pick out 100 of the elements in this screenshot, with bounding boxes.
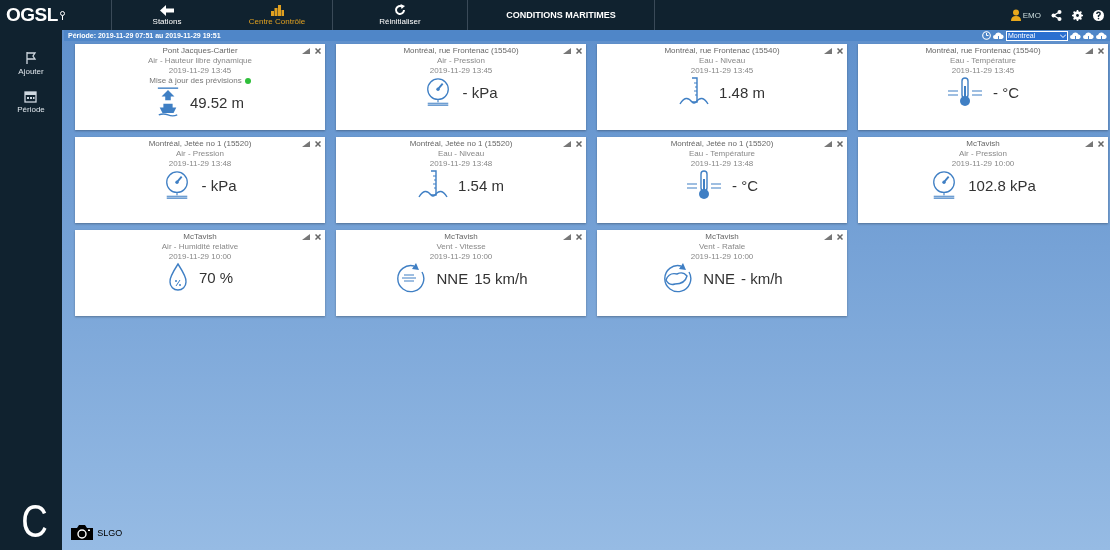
reading-value: - °C — [732, 176, 758, 194]
station-name: Montréal, Jetée no 1 (15520) — [409, 139, 513, 148]
reading-value: - kPa — [201, 176, 237, 194]
station-name: Montréal, Jetée no 1 (15520) — [148, 139, 252, 148]
station-name: McTavish — [705, 232, 739, 241]
clock-icon[interactable] — [982, 31, 991, 40]
parameter-label: Air - Pression — [959, 149, 1007, 158]
parameter-label: Air - Hauteur libre dynamique — [147, 56, 252, 65]
refresh-icon — [394, 4, 406, 16]
photo-credit: SLGO — [97, 527, 123, 538]
timestamp: 2019-11-29 10:00 — [168, 252, 232, 261]
nav-button[interactable]: Stations — [112, 0, 222, 30]
thermometer-icon — [686, 169, 722, 201]
calendar-icon — [24, 90, 38, 103]
station-name: McTavish — [966, 139, 1000, 148]
signal-icon[interactable] — [1085, 48, 1093, 54]
close-icon[interactable] — [837, 141, 843, 147]
wind-dial-icon — [394, 262, 427, 294]
station-name: McTavish — [444, 232, 478, 241]
settings-icon[interactable] — [1072, 9, 1083, 21]
timestamp: 2019-11-29 13:45 — [429, 66, 493, 75]
station-name: Montréal, rue Frontenac (15540) — [403, 46, 519, 55]
help-icon[interactable] — [1093, 9, 1104, 21]
parameter-label: Eau - Niveau — [698, 56, 746, 65]
station-name: Montréal, rue Frontenac (15540) — [664, 46, 780, 55]
close-icon[interactable] — [576, 141, 582, 147]
wind-gust-icon — [661, 262, 694, 294]
cloud-icon[interactable] — [1096, 31, 1107, 40]
close-icon[interactable] — [315, 234, 321, 240]
timestamp: 2019-11-29 10:00 — [429, 252, 493, 261]
timestamp: 2019-11-29 13:45 — [168, 66, 232, 75]
timestamp: 2019-11-29 13:48 — [429, 159, 493, 168]
reading-value: 1.48 m — [719, 83, 765, 101]
user-name: EMO — [1022, 10, 1041, 20]
status-text: Mise à jour des prévisions — [149, 76, 242, 85]
parameter-label: Vent - Rafale — [698, 242, 746, 251]
flag-icon — [25, 51, 37, 65]
signal-icon[interactable] — [824, 234, 832, 240]
back-arrow-icon — [160, 4, 174, 16]
timestamp: 2019-11-29 10:00 — [690, 252, 754, 261]
pin-icon — [59, 10, 65, 20]
timestamp: 2019-11-29 13:48 — [690, 159, 754, 168]
close-icon[interactable] — [315, 48, 321, 54]
parameter-label: Vent - Vitesse — [436, 242, 486, 251]
cloud-icon[interactable] — [993, 31, 1004, 40]
signal-icon[interactable] — [1085, 141, 1093, 147]
sidebar-item[interactable]: Ajouter — [12, 50, 50, 77]
parameter-label: Eau - Niveau — [437, 149, 485, 158]
wind-direction: NNE — [703, 269, 735, 287]
close-icon[interactable] — [315, 141, 321, 147]
camera-icon — [71, 525, 94, 540]
reading-value: - kPa — [462, 83, 498, 101]
sidebar-item[interactable]: Période — [11, 89, 51, 115]
boat-under-bridge-icon — [155, 86, 180, 118]
parameter-label: Air - Pression — [176, 149, 224, 158]
timestamp: 2019-11-29 10:00 — [951, 159, 1015, 168]
wind-direction: NNE — [436, 269, 469, 287]
parameter-label: Air - Humidité relative — [161, 242, 239, 251]
close-icon[interactable] — [1098, 48, 1104, 54]
water-drop-icon — [166, 262, 189, 292]
parameter-label: Eau - Température — [949, 56, 1017, 65]
thermometer-icon — [947, 76, 983, 108]
close-icon[interactable] — [576, 48, 582, 54]
user-icon — [1010, 9, 1021, 21]
signal-icon[interactable] — [302, 48, 310, 54]
parameter-label: Air - Pression — [437, 56, 485, 65]
reading-value: - °C — [993, 83, 1019, 101]
nav-button[interactable]: Centre Contrôle — [222, 0, 332, 30]
signal-icon[interactable] — [302, 141, 310, 147]
close-icon[interactable] — [1098, 141, 1104, 147]
station-name: McTavish — [183, 232, 217, 241]
signal-icon[interactable] — [563, 234, 571, 240]
cloud-icon[interactable] — [1083, 31, 1094, 40]
reading-value: 49.52 m — [189, 93, 245, 111]
reading-value: 15 km/h — [474, 269, 528, 287]
reading-value: - km/h — [741, 269, 783, 287]
cloud-icon[interactable] — [1070, 31, 1081, 40]
signal-icon[interactable] — [824, 48, 832, 54]
signal-icon[interactable] — [563, 48, 571, 54]
station-name: Montréal, Jetée no 1 (15520) — [670, 139, 774, 148]
timestamp: 2019-11-29 13:45 — [690, 66, 754, 75]
app-logo: OGSL — [6, 4, 58, 26]
bar-chart-icon — [270, 4, 284, 16]
station-name: Montréal, rue Frontenac (15540) — [925, 46, 1041, 55]
panel-label: C — [21, 498, 48, 544]
nav-button[interactable]: Réinitialiser — [333, 0, 467, 30]
signal-icon[interactable] — [563, 141, 571, 147]
reading-value: 70 % — [198, 268, 234, 286]
timestamp: 2019-11-29 13:45 — [951, 66, 1015, 75]
caret-icon[interactable] — [1060, 32, 1066, 39]
timestamp: 2019-11-29 13:48 — [168, 159, 232, 168]
close-icon[interactable] — [837, 48, 843, 54]
signal-icon[interactable] — [302, 234, 310, 240]
share-icon[interactable] — [1051, 9, 1062, 21]
reading-value: 102.8 kPa — [968, 176, 1036, 194]
reading-value: 1.54 m — [458, 176, 504, 194]
parameter-label: Eau - Température — [688, 149, 756, 158]
signal-icon[interactable] — [824, 141, 832, 147]
close-icon[interactable] — [837, 234, 843, 240]
close-icon[interactable] — [576, 234, 582, 240]
